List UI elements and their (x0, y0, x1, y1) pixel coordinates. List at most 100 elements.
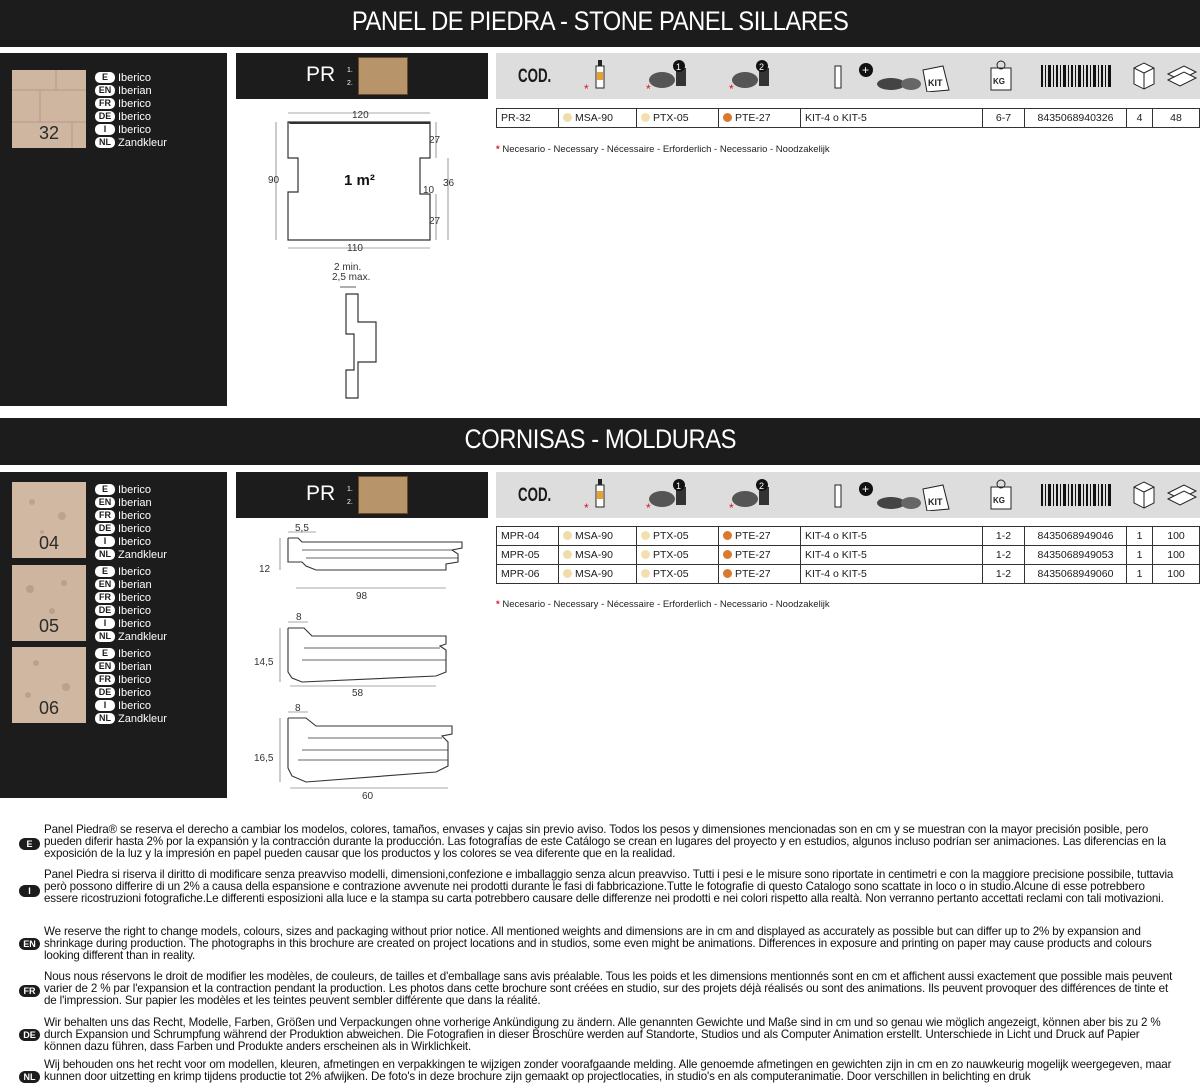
dim-right-inner: 10 (423, 185, 435, 196)
lang-name: Iberico (118, 535, 152, 548)
lang-name: Iberico (118, 686, 152, 699)
color-dot (563, 569, 572, 578)
lang-code: FR (95, 98, 115, 109)
cell-adhesive-text: MSA-90 (575, 112, 613, 124)
disclaimer-es: Panel Piedra® se reserva el derecho a ca… (44, 823, 1166, 860)
code-column-label: COD. (518, 485, 552, 506)
paint-step-2-icon: 2 * (729, 479, 769, 511)
cell-weight: 1-2 (982, 564, 1025, 584)
pr-header: PR 1. 2. (236, 472, 488, 518)
profile-1-top: 5,5 (295, 523, 309, 534)
cornice-profile-2: 8 14,5 58 (254, 612, 447, 699)
footnote-text: Necesario - Necessary - Nécessaire - Erf… (502, 144, 830, 155)
lang-code: EN (95, 497, 115, 508)
required-footnote: * Necesario - Necessary - Nécessaire - E… (496, 144, 830, 155)
pr-marker-1: 1. (347, 486, 353, 493)
lang-row: E Iberico (95, 71, 205, 84)
swatch-number: 04 (38, 533, 60, 553)
cell-box: 1 (1126, 526, 1153, 546)
pr-header: PR 1. 2. (236, 53, 488, 99)
cell-ean: 8435068940326 (1024, 108, 1127, 128)
lang-name: Zandkleur (118, 712, 167, 725)
pr-marker-1: 1. (347, 67, 353, 74)
lang-code: NL (95, 631, 115, 642)
lang-code: DE (95, 605, 115, 616)
cell-adhesive-text: MSA-90 (575, 530, 613, 542)
cell-paint1-text: PTX-05 (653, 549, 689, 561)
lang-name: Iberico (118, 509, 152, 522)
lang-row: DE Iberico (95, 686, 205, 699)
lang-code: E (95, 484, 115, 495)
profile-1-length: 98 (356, 591, 368, 602)
lang-name: Iberian (118, 84, 152, 97)
kit-icon-label: KIT (928, 78, 943, 88)
dim-right-top: 27 (429, 135, 441, 146)
lang-name: Iberico (118, 647, 152, 660)
color-dot (563, 113, 572, 122)
adhesive-tube-icon: * (584, 479, 605, 511)
stone-swatch-32: 32 (12, 70, 86, 148)
cell-paint1-text: PTX-05 (653, 568, 689, 580)
barcode-icon (1041, 484, 1111, 506)
lang-code: NL (95, 549, 115, 560)
dim-right-bottom: 27 (429, 216, 441, 227)
pr-marker-2: 2. (347, 499, 353, 506)
profile-3-length: 60 (362, 791, 374, 802)
cell-adhesive-text: MSA-90 (575, 568, 613, 580)
svg-text:*: * (729, 501, 734, 511)
table-row: MPR-06 MSA-90 PTX-05 PTE-27 KIT-4 o KIT-… (496, 564, 1200, 584)
lang-code: E (95, 566, 115, 577)
paint-step-2-icon: 2 * (729, 60, 769, 92)
disclaimer-nl: Wij behouden ons het recht voor om model… (44, 1058, 1172, 1083)
barcode-icon (1041, 65, 1111, 87)
lang-code: I (95, 700, 115, 711)
svg-text:*: * (729, 82, 734, 92)
lang-code: E (95, 72, 115, 83)
panel-technical-drawing: 120 110 90 27 36 10 27 1 m² 2 min. 2,5 m… (268, 110, 455, 399)
lang-name: Iberico (118, 699, 152, 712)
color-dot (641, 550, 650, 559)
color-dot (641, 569, 650, 578)
lang-row: NL Zandkleur (95, 548, 205, 561)
product-thumbnail (358, 476, 408, 514)
lang-code: I (95, 536, 115, 547)
pr-label: PR (306, 63, 336, 86)
code-column-label: COD. (518, 66, 552, 87)
lang-row: FR Iberico (95, 509, 205, 522)
lang-row: EN Iberian (95, 660, 205, 673)
cell-paint2-text: PTE-27 (735, 530, 771, 542)
cell-box: 4 (1126, 108, 1153, 128)
disclaimer-badge-en: EN (19, 938, 40, 950)
lang-name: Zandkleur (118, 630, 167, 643)
section-title-text: PANEL DE PIEDRA - STONE PANEL SILLARES (351, 6, 849, 36)
cell-pallet: 48 (1152, 108, 1200, 128)
stone-swatch-04: 04 (12, 482, 86, 558)
weight-icon: KG (990, 479, 1012, 510)
lang-code: DE (95, 111, 115, 122)
cell-weight: 1-2 (982, 526, 1025, 546)
kit-icon-label: KIT (928, 497, 943, 507)
lang-name: Iberico (118, 97, 152, 110)
color-dot (723, 113, 732, 122)
weight-label: KG (993, 496, 1005, 505)
cell-adhesive: MSA-90 (558, 526, 637, 546)
lang-row: EN Iberian (95, 84, 205, 97)
cell-weight: 1-2 (982, 545, 1025, 565)
panel-side-profile (345, 293, 377, 399)
cell-pallet: 100 (1152, 526, 1200, 546)
disclaimer-en: We reserve the right to change models, c… (44, 925, 1152, 962)
swatch-number: 06 (38, 698, 60, 718)
lang-row: E Iberico (95, 483, 205, 496)
required-asterisk: * (496, 599, 500, 610)
lang-name: Iberico (118, 123, 152, 136)
cell-adhesive: MSA-90 (558, 564, 637, 584)
language-list: E Iberico EN Iberian FR Iberico DE Iberico I… (95, 565, 205, 643)
color-dot (563, 550, 572, 559)
color-dot (641, 113, 650, 122)
disclaimer-badge-fr: FR (19, 985, 40, 997)
profile-3-height: 16,5 (254, 753, 274, 764)
cell-ean: 8435068949060 (1024, 564, 1127, 584)
cell-paint2-text: PTE-27 (735, 568, 771, 580)
panel-area: 1 m² (344, 172, 375, 189)
table-row: MPR-05 MSA-90 PTX-05 PTE-27 KIT-4 o KIT-… (496, 545, 1200, 565)
